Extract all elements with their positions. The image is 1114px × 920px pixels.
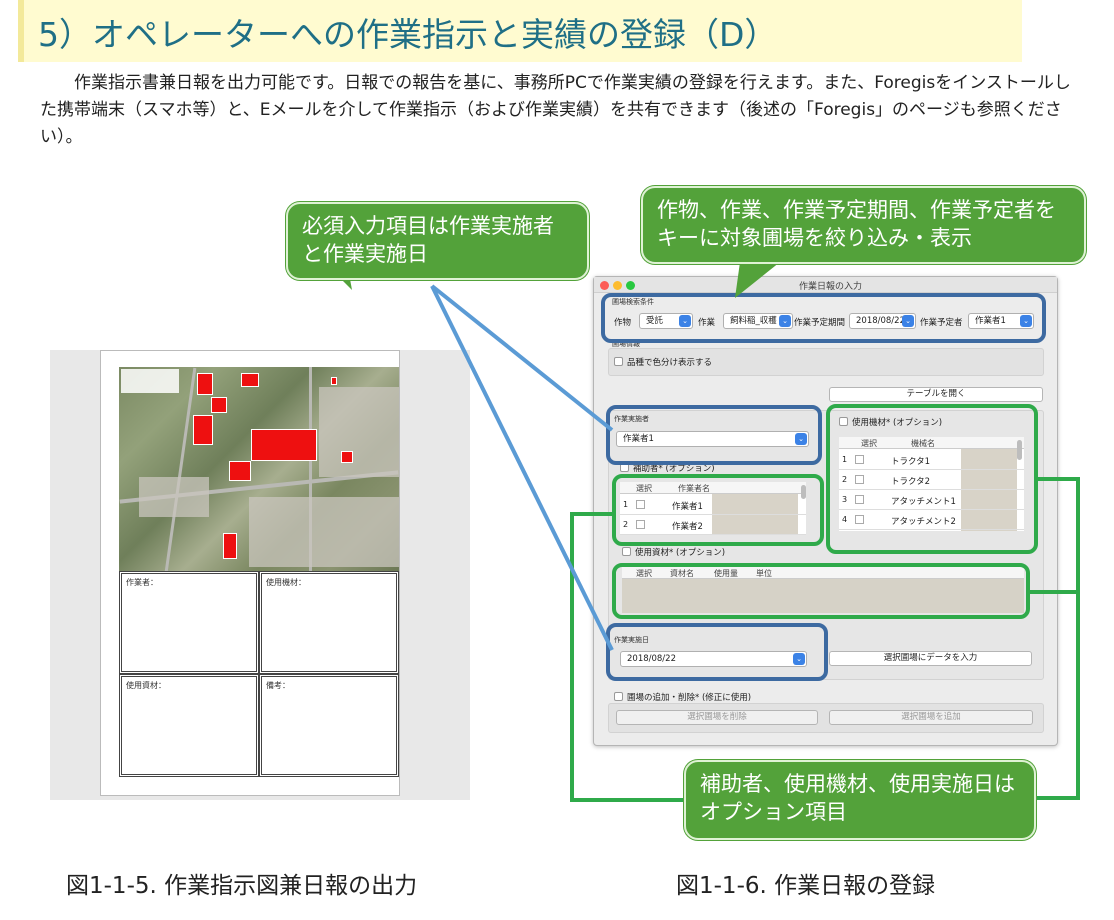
- caption-right: 図1-1-6. 作業日報の登録: [676, 873, 936, 899]
- search-callout: 作物、作業、作業予定期間、作業予定者をキーに対象圃場を絞り込み・表示: [641, 186, 1086, 264]
- callout-tail: [735, 262, 780, 298]
- caption-left: 図1-1-5. 作業指示図兼日報の出力: [66, 873, 418, 899]
- optional-callout: 補助者、使用機材、使用実施日はオプション項目: [684, 760, 1036, 840]
- pointer-line-date: [430, 285, 614, 651]
- required-callout: 必須入力項目は作業実施者と作業実施日: [286, 202, 589, 280]
- pointer-line-worker: [430, 284, 614, 432]
